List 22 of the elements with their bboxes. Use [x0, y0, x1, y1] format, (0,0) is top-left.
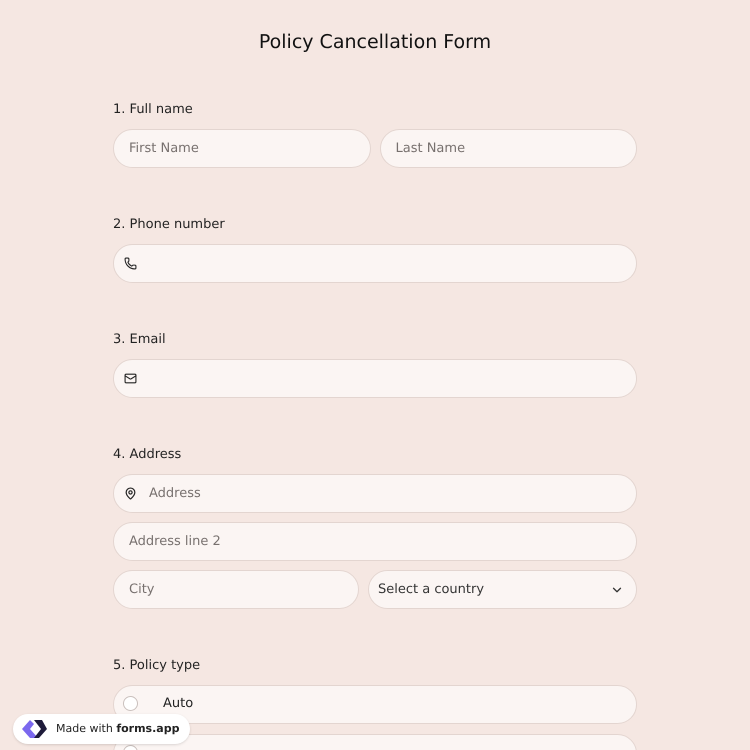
input-field[interactable]: City [113, 570, 359, 609]
country-select[interactable]: Select a country [368, 570, 637, 609]
question-label: 3. Email [113, 331, 167, 349]
map-pin-icon [124, 487, 137, 500]
input-field[interactable]: Last Name [380, 129, 637, 168]
question-label: 2. Phone number [113, 216, 226, 234]
question-label: 1. Full name [113, 101, 194, 119]
radio-option[interactable]: Auto [113, 685, 637, 724]
logo-icon [20, 718, 48, 740]
input-field[interactable]: Address line 2 [113, 522, 637, 561]
input-field[interactable]: First Name [113, 129, 370, 168]
mail-icon [124, 372, 137, 385]
option-label: Auto [163, 696, 194, 711]
form-title: Policy Cancellation Form [258, 30, 492, 54]
made-with-badge[interactable]: Made with forms.app [13, 714, 190, 744]
input-field[interactable] [113, 359, 637, 398]
input-field[interactable] [113, 244, 637, 283]
radio-button[interactable] [123, 696, 138, 711]
question-label: 4. Address [113, 446, 182, 464]
question-label: 5. Policy type [113, 657, 202, 675]
input-field[interactable]: Address [113, 474, 637, 513]
phone-icon [124, 257, 137, 270]
